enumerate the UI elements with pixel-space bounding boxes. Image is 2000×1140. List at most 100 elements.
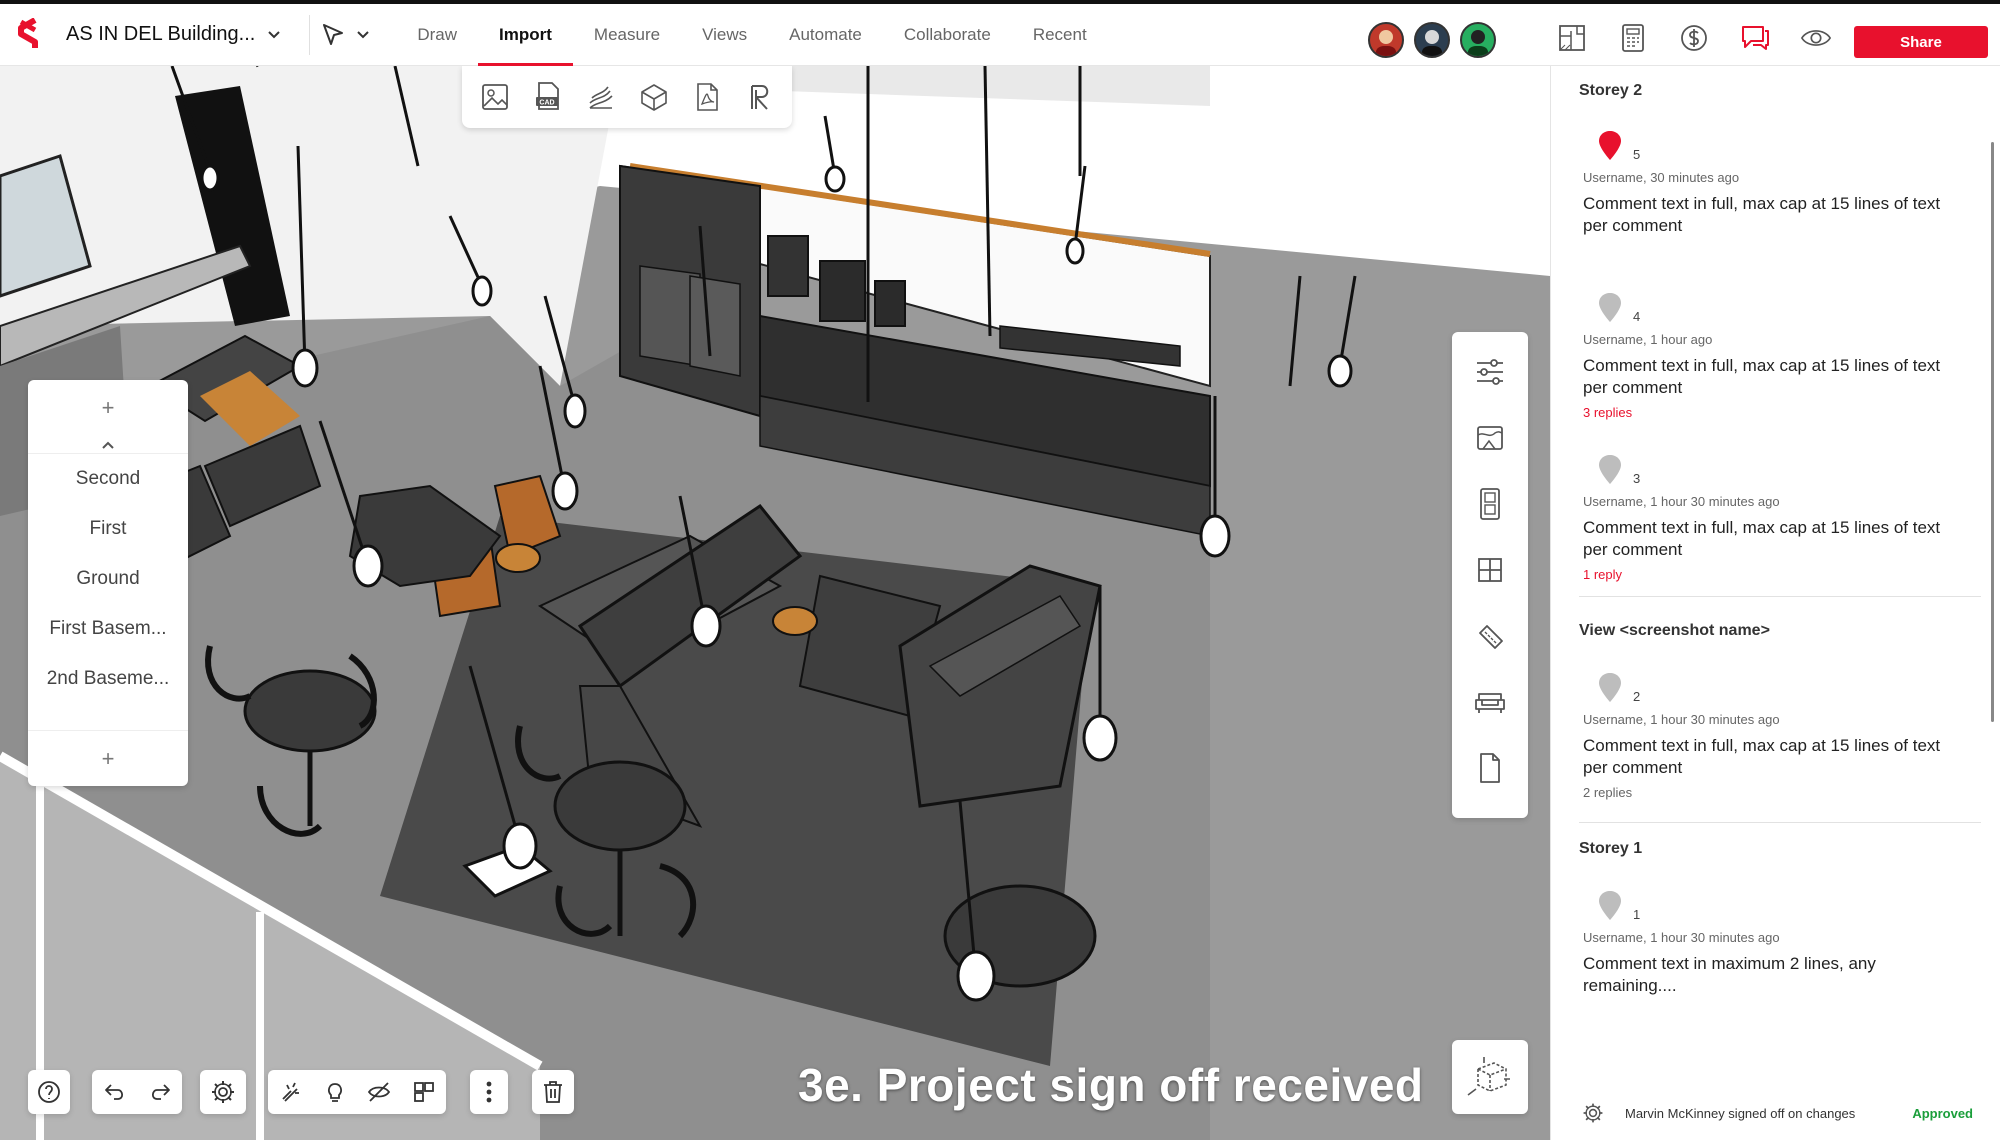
nav-views[interactable]: Views — [681, 4, 768, 66]
help-icon[interactable] — [34, 1077, 64, 1107]
sun-icon[interactable] — [275, 1077, 305, 1107]
settings-toolbar — [200, 1070, 246, 1114]
eye-icon[interactable] — [1800, 22, 1832, 54]
add-storey-below-button[interactable]: + — [28, 730, 188, 786]
model-icon[interactable] — [636, 79, 672, 115]
replies-link[interactable]: 2 replies — [1583, 785, 1963, 800]
components-icon[interactable] — [409, 1077, 439, 1107]
view-cube-icon — [1467, 1057, 1510, 1096]
dollar-icon[interactable] — [1678, 22, 1710, 54]
comment-text: Comment text in full, max cap at 15 line… — [1583, 356, 1941, 397]
nav-import[interactable]: Import — [478, 4, 573, 66]
lightbulb-icon[interactable] — [320, 1077, 350, 1107]
comment-text: Comment text in full, max cap at 15 line… — [1583, 518, 1941, 559]
select-tool[interactable] — [320, 22, 370, 48]
interior-3d-render — [0, 66, 1550, 1140]
nav-draw[interactable]: Draw — [396, 4, 478, 66]
comment-number: 4 — [1633, 309, 1641, 324]
right-tool-rail — [1452, 332, 1528, 818]
trash-icon[interactable] — [538, 1077, 568, 1107]
nav-measure[interactable]: Measure — [573, 4, 681, 66]
comment-number: 3 — [1633, 471, 1641, 486]
comment-meta: Username, 30 minutes ago — [1583, 170, 1740, 185]
project-selector[interactable]: AS IN DEL Building... — [66, 23, 281, 46]
hide-icon[interactable] — [364, 1077, 394, 1107]
materials-icon[interactable] — [1472, 416, 1508, 460]
nav-recent[interactable]: Recent — [1012, 4, 1108, 66]
signoff-message: Marvin McKinney signed off on changes — [1625, 1105, 1856, 1121]
divider — [1579, 596, 1981, 597]
project-name: AS IN DEL Building... — [66, 23, 256, 45]
panel-scrollbar[interactable] — [1991, 142, 1994, 722]
window-icon[interactable] — [1472, 548, 1508, 592]
video-caption: 3e. Project sign off received — [798, 1059, 1424, 1111]
top-bar: AS IN DEL Building... Draw Import Measur… — [0, 0, 2000, 66]
approved-status: Approved — [1912, 1105, 1973, 1121]
comment-number: 1 — [1633, 907, 1641, 922]
section-title: Storey 1 — [1579, 840, 1643, 857]
gear-icon[interactable] — [1581, 1101, 1605, 1125]
replies-link[interactable]: 3 replies — [1583, 405, 1963, 420]
comment-item[interactable]: 4 Username, 1 hour ago Comment text in f… — [1583, 284, 1963, 420]
comment-pin-icon — [1599, 673, 1621, 702]
storey-selector: + Second First Ground First Basem... 2nd… — [28, 380, 188, 786]
pdf-icon[interactable] — [689, 79, 725, 115]
comments-panel: Storey 2 5 Username, 30 minutes ago Comm… — [1550, 66, 2000, 1140]
comment-pin-icon — [1599, 891, 1621, 920]
collaborator-avatars — [1368, 22, 1496, 58]
image-icon[interactable] — [477, 79, 513, 115]
chevron-up-icon[interactable] — [28, 436, 188, 454]
revit-icon[interactable] — [742, 79, 778, 115]
gear-icon[interactable] — [208, 1077, 238, 1107]
comment-item[interactable]: 3 Username, 1 hour 30 minutes ago Commen… — [1583, 446, 1963, 582]
share-button[interactable]: Share — [1854, 26, 1988, 58]
document-icon[interactable] — [1472, 746, 1508, 790]
settings-sliders-icon[interactable] — [1472, 350, 1508, 394]
comment-item[interactable]: 1 Username, 1 hour 30 minutes ago Commen… — [1583, 882, 1963, 997]
add-storey-above-button[interactable]: + — [28, 380, 188, 436]
avatar[interactable] — [1368, 22, 1404, 58]
divider — [1579, 822, 1981, 823]
door-icon[interactable] — [1472, 482, 1508, 526]
comment-meta: Username, 1 hour 30 minutes ago — [1583, 494, 1780, 509]
furniture-icon[interactable] — [1472, 680, 1508, 724]
undo-icon[interactable] — [100, 1077, 130, 1107]
avatar[interactable] — [1414, 22, 1450, 58]
comment-item[interactable]: 2 Username, 1 hour 30 minutes ago Commen… — [1583, 664, 1963, 800]
storey-item-second-basement[interactable]: 2nd Baseme... — [28, 654, 188, 704]
redo-icon[interactable] — [145, 1077, 175, 1107]
signoff-notice: Marvin McKinney signed off on changes Ap… — [1551, 1088, 2000, 1138]
section-title: Storey 2 — [1579, 82, 1643, 99]
nav-collaborate[interactable]: Collaborate — [883, 4, 1012, 66]
more-vertical-icon[interactable] — [474, 1077, 504, 1107]
cad-icon[interactable]: CAD — [530, 79, 566, 115]
calculator-icon[interactable] — [1617, 22, 1649, 54]
terrain-icon[interactable] — [583, 79, 619, 115]
more-toolbar — [470, 1070, 508, 1114]
app-logo-icon[interactable] — [14, 17, 44, 52]
topbar-tools — [1556, 22, 1832, 54]
storey-item-second[interactable]: Second — [28, 454, 188, 504]
comments-icon[interactable] — [1739, 22, 1771, 54]
comment-number: 5 — [1633, 147, 1641, 162]
cursor-icon — [323, 23, 344, 45]
replies-link[interactable]: 1 reply — [1583, 567, 1963, 582]
storey-item-first[interactable]: First — [28, 504, 188, 554]
floorplan-icon[interactable] — [1556, 22, 1588, 54]
comment-text: Comment text in full, max cap at 15 line… — [1583, 194, 1941, 235]
comment-text: Comment text in maximum 2 lines, any rem… — [1583, 954, 1876, 995]
history-toolbar — [92, 1070, 182, 1114]
comment-pin-icon — [1599, 455, 1621, 484]
avatar[interactable] — [1460, 22, 1496, 58]
storey-item-ground[interactable]: Ground — [28, 554, 188, 604]
3d-viewport[interactable] — [0, 66, 1550, 1140]
main-nav: Draw Import Measure Views Automate Colla… — [396, 4, 1107, 66]
help-toolbar — [28, 1070, 70, 1114]
nav-automate[interactable]: Automate — [768, 4, 883, 66]
comment-pin-icon — [1599, 293, 1621, 322]
view-cube-button[interactable] — [1452, 1040, 1528, 1114]
measure-tape-icon[interactable] — [1472, 614, 1508, 658]
comment-item[interactable]: 5 Username, 30 minutes ago Comment text … — [1583, 122, 1963, 237]
comment-meta: Username, 1 hour 30 minutes ago — [1583, 930, 1780, 945]
storey-item-first-basement[interactable]: First Basem... — [28, 604, 188, 654]
